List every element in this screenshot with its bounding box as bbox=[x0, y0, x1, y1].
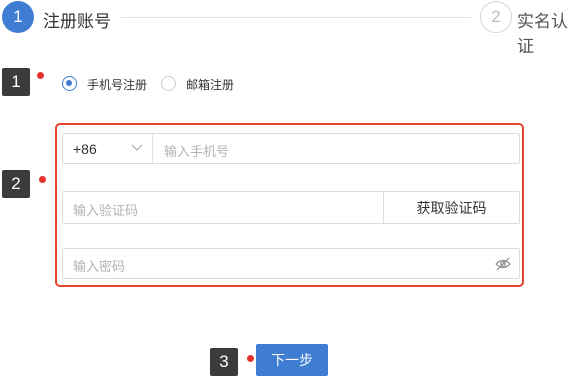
get-code-button[interactable]: 获取验证码 bbox=[383, 192, 519, 223]
step-2-circle: 2 bbox=[480, 1, 512, 33]
step-connector-line bbox=[121, 17, 471, 18]
password-input[interactable]: 输入密码 bbox=[73, 256, 125, 275]
annotation-dot-2 bbox=[39, 176, 46, 183]
email-register-label[interactable]: 邮箱注册 bbox=[186, 76, 234, 93]
annotation-marker-2: 2 bbox=[2, 170, 30, 198]
annotation-dot-3 bbox=[247, 355, 254, 362]
eye-hidden-icon[interactable] bbox=[495, 257, 511, 271]
country-code-select[interactable]: +86 bbox=[73, 141, 97, 157]
phone-register-radio[interactable] bbox=[62, 76, 77, 91]
country-code-divider bbox=[152, 134, 153, 163]
verification-code-input[interactable]: 输入验证码 bbox=[73, 200, 138, 219]
next-step-button[interactable]: 下一步 bbox=[256, 344, 328, 376]
phone-field: +86 输入手机号 bbox=[62, 133, 520, 164]
step-1-label: 注册账号 bbox=[43, 12, 111, 31]
step-1-circle: 1 bbox=[2, 1, 34, 33]
verification-code-field[interactable]: 输入验证码 获取验证码 bbox=[62, 191, 520, 224]
step-2-label: 实名认证 bbox=[517, 12, 568, 56]
password-field[interactable]: 输入密码 bbox=[62, 248, 520, 279]
email-register-radio[interactable] bbox=[161, 76, 176, 91]
annotation-dot-1 bbox=[37, 72, 44, 79]
phone-register-label[interactable]: 手机号注册 bbox=[87, 76, 147, 93]
annotation-marker-1: 1 bbox=[2, 68, 30, 96]
phone-input[interactable]: 输入手机号 bbox=[164, 141, 229, 160]
annotation-marker-3: 3 bbox=[210, 348, 238, 376]
chevron-down-icon[interactable] bbox=[131, 144, 143, 152]
